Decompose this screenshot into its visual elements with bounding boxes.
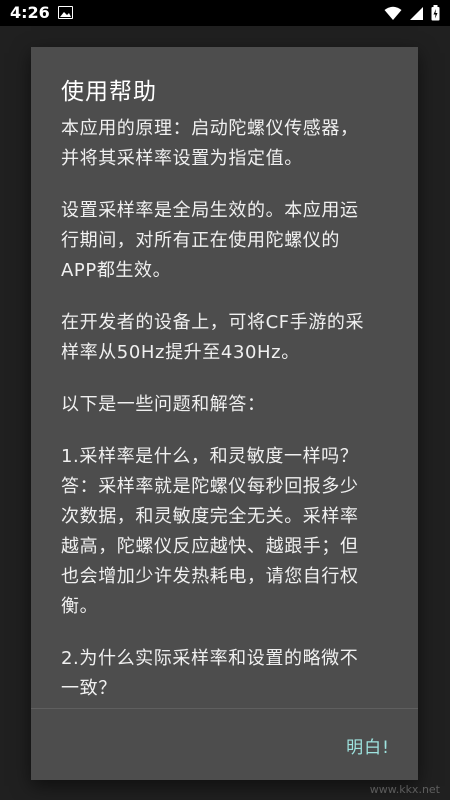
- gallery-icon: [58, 6, 73, 19]
- ok-button[interactable]: 明白!: [346, 733, 390, 758]
- watermark: www.kkx.net: [369, 783, 440, 796]
- status-time: 4:26: [10, 3, 50, 22]
- dialog-body[interactable]: 本应用的原理：启动陀螺仪传感器， 并将其采样率设置为指定值。 设置采样率是全局生…: [61, 114, 401, 706]
- help-dialog: 使用帮助 本应用的原理：启动陀螺仪传感器， 并将其采样率设置为指定值。 设置采样…: [31, 47, 418, 780]
- dialog-paragraph: 在开发者的设备上，可将CF手游的采 样率从50Hz提升至430Hz。: [61, 312, 365, 363]
- signal-icon: [410, 6, 423, 20]
- dialog-paragraph: 2.为什么实际采样率和设置的略微不 一致？: [61, 648, 359, 699]
- dialog-paragraph: 以下是一些问题和解答：: [61, 394, 266, 415]
- dialog-paragraph: 本应用的原理：启动陀螺仪传感器， 并将其采样率设置为指定值。: [61, 118, 359, 169]
- dialog-paragraph: 设置采样率是全局生效的。本应用运 行期间，对所有正在使用陀螺仪的 APP都生效。: [61, 200, 359, 281]
- dialog-paragraph: 1.采样率是什么，和灵敏度一样吗？ 答：采样率就是陀螺仪每秒回报多少 次数据，和…: [61, 446, 359, 617]
- wifi-icon: [384, 6, 402, 20]
- dialog-divider: [31, 708, 418, 709]
- status-icons: [384, 5, 440, 21]
- battery-icon: [431, 5, 440, 21]
- status-bar: 4:26: [0, 0, 450, 26]
- dialog-title: 使用帮助: [61, 79, 157, 105]
